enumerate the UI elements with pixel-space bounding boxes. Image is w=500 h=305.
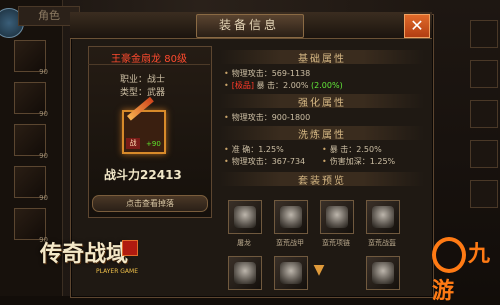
item-profession: 职业：战士 [120, 75, 166, 85]
equip-slot[interactable] [470, 180, 498, 208]
section-base-stats: 基础属性 [220, 50, 424, 65]
equip-slot[interactable] [470, 140, 498, 168]
chevron-down-icon[interactable]: ▼ [308, 263, 330, 277]
dialog-title: 装备信息 [218, 18, 279, 32]
stat-accuracy: • 准 确：1.25% [224, 145, 284, 154]
divider [88, 64, 210, 65]
set-item-label: 蛮荒项链 [322, 239, 350, 247]
set-item-slot[interactable] [320, 200, 354, 234]
close-button[interactable]: ✕ [404, 14, 430, 38]
section-refine-stats: 洗炼属性 [220, 126, 424, 141]
equip-slot-level: 90 [39, 194, 48, 202]
view-drop-button[interactable]: 点击查看掉落 [92, 195, 208, 212]
nine-game-icon [432, 237, 466, 273]
equip-slot[interactable] [470, 60, 498, 88]
set-item-slot[interactable] [366, 200, 400, 234]
sword-icon [234, 206, 256, 228]
combat-power: 战斗力22413 [104, 168, 182, 182]
set-item-slot[interactable] [274, 256, 308, 290]
set-item-slot[interactable] [274, 200, 308, 234]
set-item-slot[interactable] [228, 200, 262, 234]
ring-icon [280, 262, 302, 284]
stat-damage-bonus: • 伤害加深：1.25% [322, 157, 396, 166]
class-tag: 战 [126, 138, 140, 149]
set-item-slot[interactable] [228, 256, 262, 290]
stat-physical-attack: • 物理攻击：569-1138 [224, 69, 311, 78]
game-logo: 传奇战域 [40, 241, 129, 267]
section-strengthen-stats: 强化属性 [220, 94, 424, 109]
necklace-icon [326, 206, 348, 228]
set-item-label: 屠龙 [237, 239, 251, 247]
item-name: 王豪金扇龙 80级 [111, 54, 187, 65]
enhance-level: +90 [146, 140, 161, 148]
helmet-icon [372, 206, 394, 228]
equip-slot[interactable] [470, 100, 498, 128]
stat-physical-attack: • 物理攻击：367-734 [224, 157, 306, 166]
stat-physical-attack: • 物理攻击：900-1800 [224, 113, 311, 122]
equip-slot-level: 90 [39, 152, 48, 160]
equip-slot-level: 90 [39, 68, 48, 76]
set-item-label: 蛮荒战盔 [368, 239, 396, 247]
set-item-slot[interactable] [366, 256, 400, 290]
armor-icon [280, 206, 302, 228]
bracelet-icon [234, 262, 256, 284]
logo-seal [122, 240, 138, 256]
item-type: 类型：武器 [120, 88, 166, 98]
stat-critical: • 暴 击：2.50% [322, 145, 382, 154]
stat-critical: • [极品] 暴 击：2.00% (2.00%) [224, 81, 343, 90]
section-set-preview: 套装预览 [220, 172, 424, 187]
boots-icon [372, 262, 394, 284]
watermark: 九游 [432, 236, 500, 305]
equip-slot-level: 90 [39, 110, 48, 118]
logo-subtitle: PLAYER GAME [96, 268, 138, 275]
set-item-label: 蛮荒战甲 [276, 239, 304, 247]
equip-slot[interactable] [470, 20, 498, 48]
